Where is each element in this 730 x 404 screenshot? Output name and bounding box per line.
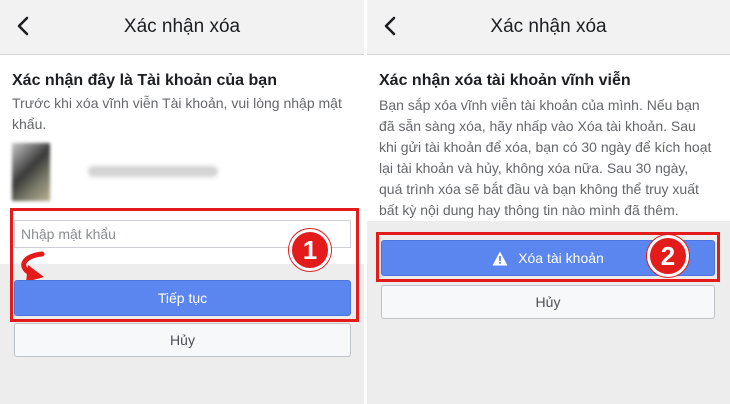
top-bar: Xác nhận xóa bbox=[367, 0, 730, 55]
left-screen: Xác nhận xóa Xác nhận đây là Tài khoản c… bbox=[0, 0, 364, 404]
section-description: Trước khi xóa vĩnh viễn Tài khoản, vui l… bbox=[12, 95, 342, 132]
section-heading: Xác nhận đây là Tài khoản của bạn bbox=[12, 72, 277, 89]
page-title: Xác nhận xóa bbox=[490, 16, 607, 37]
right-screen: Xác nhận xóa Xác nhận xóa tài khoản vĩnh… bbox=[367, 0, 730, 404]
account-name bbox=[88, 166, 218, 177]
confirm-identity-card: Xác nhận đây là Tài khoản của bạn Trước … bbox=[0, 55, 364, 208]
cancel-button-label: Hủy bbox=[170, 332, 195, 348]
permanent-delete-card: Xác nhận xóa tài khoản vĩnh viễn Bạn sắp… bbox=[367, 55, 730, 221]
step-badge-2: 2 bbox=[647, 235, 689, 277]
step-badge-1: 1 bbox=[289, 229, 331, 271]
cancel-button[interactable]: Hủy bbox=[381, 285, 715, 319]
section-heading: Xác nhận xóa tài khoản vĩnh viễn bbox=[379, 72, 631, 89]
cancel-button[interactable]: Hủy bbox=[14, 323, 351, 357]
section-description: Bạn sắp xóa vĩnh viễn tài khoản của mình… bbox=[379, 97, 712, 218]
top-bar: Xác nhận xóa bbox=[0, 0, 364, 55]
page-title: Xác nhận xóa bbox=[123, 16, 241, 37]
cancel-button-label: Hủy bbox=[535, 294, 561, 310]
avatar bbox=[12, 143, 50, 201]
